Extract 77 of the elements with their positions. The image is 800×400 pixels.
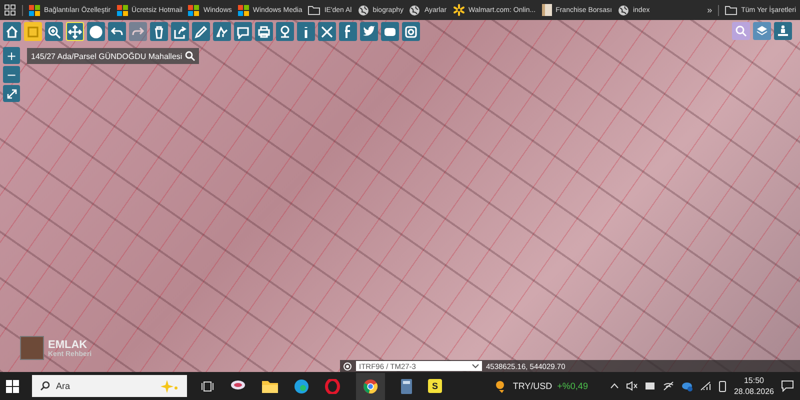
chrome-browser-icon (363, 378, 378, 394)
chevron-up-icon[interactable] (610, 383, 619, 389)
speaker-muted-icon[interactable] (626, 381, 638, 391)
windows-logo-icon (116, 4, 128, 16)
zoom-in-button[interactable]: + (3, 47, 20, 64)
spark-icon (452, 4, 465, 16)
map-tool-button[interactable] (360, 22, 378, 41)
apps-grid-icon[interactable] (4, 4, 16, 16)
edge-browser-icon[interactable] (294, 378, 309, 394)
location-icon (278, 24, 292, 38)
map-tool-button[interactable] (192, 22, 210, 41)
map-tool-button[interactable] (276, 22, 294, 41)
windows-start-icon[interactable] (6, 380, 19, 392)
pencil-icon (194, 24, 208, 38)
caret-icon (472, 364, 479, 368)
task-view-icon[interactable] (201, 380, 214, 392)
search-icon (40, 381, 50, 391)
taskbar-clock[interactable]: 15:50 28.08.2026 (734, 375, 774, 397)
folder-icon (725, 5, 738, 15)
print-icon (257, 24, 271, 38)
fullscreen-button[interactable] (3, 85, 20, 102)
map-tool-button[interactable] (255, 22, 273, 41)
map-tool-button[interactable] (66, 22, 84, 41)
map-tool-button[interactable] (297, 22, 315, 41)
calculator-icon[interactable] (401, 378, 412, 394)
folder-icon (308, 5, 320, 15)
taskbar-search-field[interactable]: Ara (32, 375, 187, 397)
windows-logo-icon (238, 4, 249, 16)
map-tool-button[interactable] (87, 22, 105, 41)
map-tool-button[interactable] (234, 22, 252, 41)
home-icon (5, 24, 19, 38)
document-icon (542, 4, 552, 16)
expand-icon (6, 88, 16, 98)
parcel-search-field[interactable]: 145/27 Ada/Parsel GÜNDOĞDU Mahallesi (27, 48, 200, 64)
twitter-icon (362, 24, 376, 38)
wifi-icon[interactable] (700, 381, 711, 391)
move-icon (68, 24, 82, 38)
trash-icon (152, 24, 166, 38)
zoom-icon (47, 24, 61, 38)
notification-icon[interactable] (781, 380, 794, 392)
cloud-icon[interactable] (680, 380, 693, 392)
panel-icon (26, 24, 40, 38)
sparkle-icon (159, 379, 179, 393)
more-bookmarks-chevron[interactable]: » (707, 5, 712, 15)
target-icon (343, 362, 352, 370)
phone-link-icon[interactable] (718, 380, 727, 392)
map-tool-button[interactable] (339, 22, 357, 41)
currency-widget[interactable]: TRY/USD +%0,49 (494, 379, 588, 393)
map-tool-button[interactable] (318, 22, 336, 41)
map-tool-button[interactable] (108, 22, 126, 41)
person-icon (777, 25, 789, 37)
street-view-button[interactable] (774, 22, 792, 40)
logo-emblem-icon (20, 336, 44, 360)
folder-icon[interactable] (262, 380, 278, 392)
map-tool-button[interactable] (381, 22, 399, 41)
logo-title: EMLAK (48, 338, 88, 350)
opera-browser-icon[interactable] (325, 378, 340, 394)
search-icon (735, 25, 747, 37)
map-tool-button[interactable] (402, 22, 420, 41)
layers-button[interactable] (753, 22, 771, 40)
chrome-taskbar-button[interactable] (356, 372, 385, 400)
app-icon[interactable]: S (428, 379, 442, 393)
zoom-out-button[interactable]: − (3, 66, 20, 83)
map-tool-button[interactable] (150, 22, 168, 41)
battery-icon[interactable] (644, 382, 656, 390)
layers-icon (756, 25, 768, 37)
map-tool-button[interactable] (213, 22, 231, 41)
map-tool-button[interactable] (171, 22, 189, 41)
search-icon (185, 51, 196, 61)
camera-icon (404, 24, 418, 38)
windows-logo-icon (188, 4, 200, 16)
windows-logo-icon (29, 4, 40, 16)
map-tool-button[interactable] (3, 22, 21, 41)
comment-icon (236, 24, 250, 38)
map-tool-button[interactable] (45, 22, 63, 41)
share-icon (173, 24, 187, 38)
network-off-icon[interactable] (662, 381, 674, 391)
